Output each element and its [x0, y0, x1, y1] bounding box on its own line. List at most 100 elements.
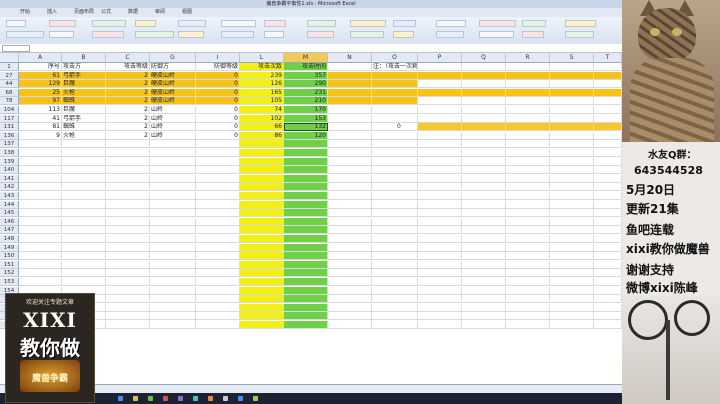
cell[interactable] [196, 321, 240, 329]
column-header[interactable]: P [418, 53, 462, 63]
ribbon-control[interactable] [307, 20, 336, 27]
cell[interactable] [150, 149, 196, 157]
ribbon-control[interactable] [92, 31, 124, 38]
cell[interactable] [328, 71, 372, 80]
cell[interactable] [19, 243, 62, 252]
row-header[interactable]: 139 [0, 157, 19, 166]
cell[interactable] [372, 80, 418, 89]
cell[interactable] [372, 209, 418, 218]
cell[interactable]: 硬皮山岭 [150, 97, 196, 106]
cell[interactable] [550, 278, 594, 286]
row-header[interactable]: 142 [0, 183, 19, 192]
cell[interactable] [328, 235, 372, 243]
ribbon-control[interactable] [264, 20, 286, 27]
cell[interactable] [62, 243, 106, 252]
cell[interactable] [418, 149, 462, 157]
cell[interactable] [550, 260, 594, 269]
cell[interactable] [506, 183, 550, 192]
cell[interactable] [462, 166, 506, 175]
ribbon-control[interactable] [135, 20, 156, 27]
cell[interactable] [150, 209, 196, 218]
cell[interactable]: 102 [240, 114, 284, 123]
cell[interactable] [550, 71, 594, 80]
cell[interactable] [372, 235, 418, 243]
cell[interactable] [594, 166, 622, 175]
cell[interactable] [196, 260, 240, 269]
cell[interactable] [506, 123, 550, 132]
cell[interactable] [550, 80, 594, 89]
cell[interactable] [594, 226, 622, 235]
ribbon-control[interactable] [522, 31, 544, 38]
cell[interactable]: 巨魔 [62, 106, 106, 114]
cell[interactable] [106, 260, 150, 269]
cell[interactable]: 126 [240, 80, 284, 89]
cell[interactable] [372, 131, 418, 140]
cell[interactable] [240, 209, 284, 218]
cell[interactable] [196, 312, 240, 321]
cell[interactable] [328, 106, 372, 114]
cell[interactable] [594, 106, 622, 114]
cell[interactable] [594, 80, 622, 89]
cell[interactable] [418, 183, 462, 192]
cell[interactable]: 硬皮山岭 [150, 80, 196, 89]
cell[interactable] [19, 217, 62, 226]
cell[interactable] [19, 166, 62, 175]
cell[interactable] [418, 140, 462, 149]
cell[interactable] [594, 123, 622, 132]
cell[interactable] [550, 183, 594, 192]
cell[interactable] [462, 71, 506, 80]
cell[interactable] [462, 278, 506, 286]
cell[interactable] [196, 295, 240, 304]
cell[interactable] [240, 174, 284, 183]
cell[interactable]: 74 [240, 106, 284, 114]
ribbon-control[interactable] [221, 20, 256, 27]
cell[interactable] [150, 166, 196, 175]
cell[interactable] [372, 140, 418, 149]
cell[interactable] [462, 123, 506, 132]
cell[interactable] [284, 278, 328, 286]
cell[interactable] [240, 217, 284, 226]
cell[interactable] [196, 157, 240, 166]
cell[interactable] [62, 209, 106, 218]
cell[interactable] [196, 303, 240, 312]
cell[interactable] [196, 269, 240, 278]
cell[interactable] [328, 114, 372, 123]
cell[interactable]: 攻击次数 [240, 63, 284, 71]
cell[interactable]: 41 [19, 114, 62, 123]
cell[interactable]: 9 [19, 131, 62, 140]
cell[interactable] [19, 260, 62, 269]
cell[interactable] [418, 157, 462, 166]
cell[interactable] [328, 209, 372, 218]
cell[interactable] [284, 209, 328, 218]
column-header[interactable]: N [328, 53, 372, 63]
cell[interactable] [284, 303, 328, 312]
cell[interactable] [506, 209, 550, 218]
ribbon-control[interactable] [264, 31, 284, 38]
cell[interactable] [328, 149, 372, 157]
cell[interactable] [196, 174, 240, 183]
cell[interactable] [328, 157, 372, 166]
cell[interactable] [150, 295, 196, 304]
cell[interactable] [284, 140, 328, 149]
cell[interactable] [372, 88, 418, 97]
cell[interactable] [240, 321, 284, 329]
row-header[interactable]: 68 [0, 88, 19, 97]
taskbar-app-icon[interactable] [193, 396, 198, 401]
ribbon-control[interactable] [479, 31, 514, 38]
cell[interactable]: 290 [284, 80, 328, 89]
cell[interactable] [462, 260, 506, 269]
cell[interactable] [418, 260, 462, 269]
cell[interactable] [506, 157, 550, 166]
cell[interactable] [462, 217, 506, 226]
cell[interactable] [284, 149, 328, 157]
cell[interactable] [106, 278, 150, 286]
ribbon-control[interactable] [350, 31, 384, 38]
cell[interactable]: 2 [106, 106, 150, 114]
cell[interactable] [196, 209, 240, 218]
cell[interactable]: 210 [284, 97, 328, 106]
cell[interactable] [418, 71, 462, 80]
cell[interactable]: 防御方 [150, 63, 196, 71]
cell[interactable] [506, 252, 550, 261]
cell[interactable] [284, 217, 328, 226]
cell[interactable] [462, 209, 506, 218]
